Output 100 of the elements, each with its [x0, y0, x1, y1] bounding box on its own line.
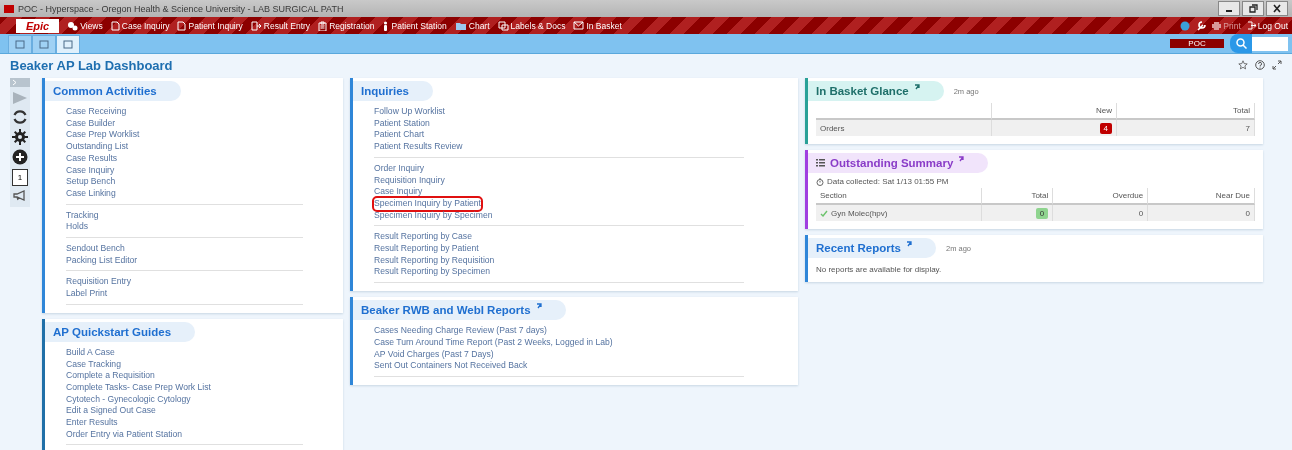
- activity-link[interactable]: Holds: [66, 221, 88, 234]
- close-icon[interactable]: [1266, 1, 1288, 16]
- entry-icon: [250, 20, 262, 31]
- activity-link[interactable]: Sent Out Containers Not Received Back: [374, 360, 528, 372]
- cell-text: Orders: [820, 123, 845, 133]
- cell-text: 0: [1245, 208, 1250, 218]
- toolbar-button[interactable]: Registration: [318, 20, 375, 31]
- environment-label: POC: [1170, 39, 1224, 48]
- activity-link[interactable]: Patient Station: [374, 117, 430, 130]
- activity-link[interactable]: Specimen Inquiry by Specimen: [374, 209, 493, 222]
- activity-link[interactable]: Order Inquiry: [374, 162, 425, 175]
- refresh-icon[interactable]: [12, 109, 28, 125]
- activity-link[interactable]: Requisition Entry: [66, 276, 131, 289]
- activity-link[interactable]: Case Linking: [66, 187, 116, 200]
- activity-link[interactable]: Case Results: [66, 152, 118, 165]
- globe-icon[interactable]: [1180, 20, 1191, 31]
- activity-link[interactable]: Tracking: [66, 209, 99, 222]
- gears-icon: [67, 20, 79, 31]
- dashboard-title: Beaker AP Lab Dashboard: [10, 57, 173, 73]
- activity-link[interactable]: Case Tracking: [66, 358, 121, 371]
- star-icon[interactable]: [1238, 60, 1248, 70]
- toolbar-button[interactable]: Patient Inquiry: [177, 20, 243, 31]
- count-badge: 0: [1035, 207, 1049, 219]
- activity-link[interactable]: Patient Results Review: [374, 141, 463, 153]
- restore-icon[interactable]: [1242, 1, 1264, 16]
- expand-icon[interactable]: [1272, 60, 1282, 70]
- section-title: Inquiries: [361, 85, 409, 97]
- toolbar-button[interactable]: Views: [67, 20, 103, 31]
- link-icon[interactable]: [906, 241, 912, 249]
- monitor-icon[interactable]: 1: [12, 169, 28, 186]
- activity-link[interactable]: Result Reporting by Requisition: [374, 254, 495, 267]
- link-icon[interactable]: [958, 156, 965, 164]
- labels-icon: [497, 20, 509, 31]
- clipboard-icon: [318, 20, 328, 31]
- mail-icon: [573, 21, 585, 30]
- activity-link[interactable]: Cases Needing Charge Review (Past 7 days): [374, 325, 547, 337]
- toolbar-button[interactable]: Log Out: [1246, 20, 1288, 31]
- activity-link[interactable]: Complete Tasks- Case Prep Work List: [66, 381, 211, 394]
- activity-link[interactable]: Case Inquiry: [66, 164, 115, 177]
- person-icon: [382, 20, 390, 31]
- section-title: Beaker RWB and WebI Reports: [361, 304, 531, 317]
- activity-link[interactable]: Case Turn Around Time Report (Past 2 Weeks, Logged in Lab): [374, 336, 613, 349]
- activity-link[interactable]: Cytotech - Gynecologic Cytology: [66, 393, 191, 406]
- settings-icon[interactable]: [12, 129, 28, 145]
- section-title: AP Quickstart Guides: [53, 325, 172, 338]
- widget-title[interactable]: In Basket Glance: [816, 85, 909, 97]
- section-title: Common Activities: [53, 85, 157, 97]
- activity-link[interactable]: Case Builder: [66, 117, 116, 130]
- window-title: POC - Hyperspace - Oregon Health & Science University - LAB SURGICAL PATH: [18, 3, 344, 14]
- activity-link[interactable]: Enter Results: [66, 417, 118, 429]
- cell-text: 0: [1138, 208, 1144, 218]
- printer-icon: [1212, 21, 1222, 30]
- toolbar-button[interactable]: Case Inquiry: [110, 20, 170, 31]
- cell-text: Gyn Molec(hpv): [831, 208, 888, 218]
- search-button[interactable]: [1230, 34, 1252, 53]
- activity-link[interactable]: Setup Bench: [66, 176, 116, 188]
- toolbar-button[interactable]: Labels & Docs: [497, 20, 566, 31]
- activity-link[interactable]: Complete a Requisition: [66, 370, 155, 382]
- activity-link[interactable]: Outstanding List: [66, 141, 129, 153]
- megaphone-icon[interactable]: [13, 190, 27, 201]
- list-icon[interactable]: [816, 159, 825, 167]
- activity-link[interactable]: Sendout Bench: [66, 243, 125, 255]
- app-icon: [4, 4, 14, 13]
- empty-message: No reports are available for display.: [816, 265, 943, 274]
- activity-link[interactable]: Result Reporting by Case: [374, 231, 472, 244]
- toolbar-button[interactable]: Chart: [454, 20, 490, 31]
- search-field[interactable]: [1252, 36, 1288, 51]
- activity-link[interactable]: Patient Chart: [374, 129, 425, 142]
- activity-link[interactable]: Result Reporting by Patient: [374, 243, 479, 255]
- toolbar-button[interactable]: Result Entry: [250, 20, 311, 31]
- activity-link[interactable]: AP Void Charges (Past 7 Days): [374, 348, 494, 361]
- toolbar-button[interactable]: In Basket: [573, 20, 622, 31]
- activity-link[interactable]: Order Entry via Patient Station: [66, 428, 183, 441]
- activity-link[interactable]: Build A Case: [66, 346, 115, 359]
- search-icon: [1235, 38, 1247, 49]
- epic-logo-button[interactable]: Epic: [16, 18, 60, 33]
- toolbar-button[interactable]: Patient Station: [382, 20, 447, 31]
- link-icon[interactable]: [913, 84, 920, 92]
- activity-link[interactable]: Case Prep Worklist: [66, 129, 140, 142]
- stopwatch-icon: [816, 177, 824, 186]
- add-icon[interactable]: [12, 149, 28, 165]
- widget-title[interactable]: Recent Reports: [816, 242, 901, 254]
- activity-link[interactable]: Follow Up Worklist: [374, 106, 445, 118]
- activity-link[interactable]: Case Inquiry: [374, 186, 423, 198]
- activity-link[interactable]: Specimen Inquiry by Patient: [374, 197, 481, 210]
- activity-link[interactable]: Requisition Inquiry: [374, 174, 445, 187]
- collected-time: Data collected: Sat 1/13 01:55 PM: [827, 177, 949, 186]
- activity-link[interactable]: Edit a Signed Out Case: [66, 405, 156, 418]
- wrench-icon[interactable]: [1196, 20, 1207, 31]
- minimize-icon[interactable]: [1218, 1, 1240, 16]
- logout-icon: [1246, 21, 1256, 30]
- widget-title[interactable]: Outstanding Summary: [830, 157, 954, 169]
- document-icon: [177, 20, 187, 31]
- activity-link[interactable]: Result Reporting by Specimen: [374, 266, 491, 279]
- activity-link[interactable]: Case Receiving: [66, 106, 127, 118]
- document-icon: [110, 20, 120, 31]
- activity-link[interactable]: Label Print: [66, 288, 108, 300]
- count-badge: 4: [1099, 122, 1112, 134]
- activity-link[interactable]: Packing List Editor: [66, 254, 138, 267]
- help-icon[interactable]: [1255, 60, 1265, 70]
